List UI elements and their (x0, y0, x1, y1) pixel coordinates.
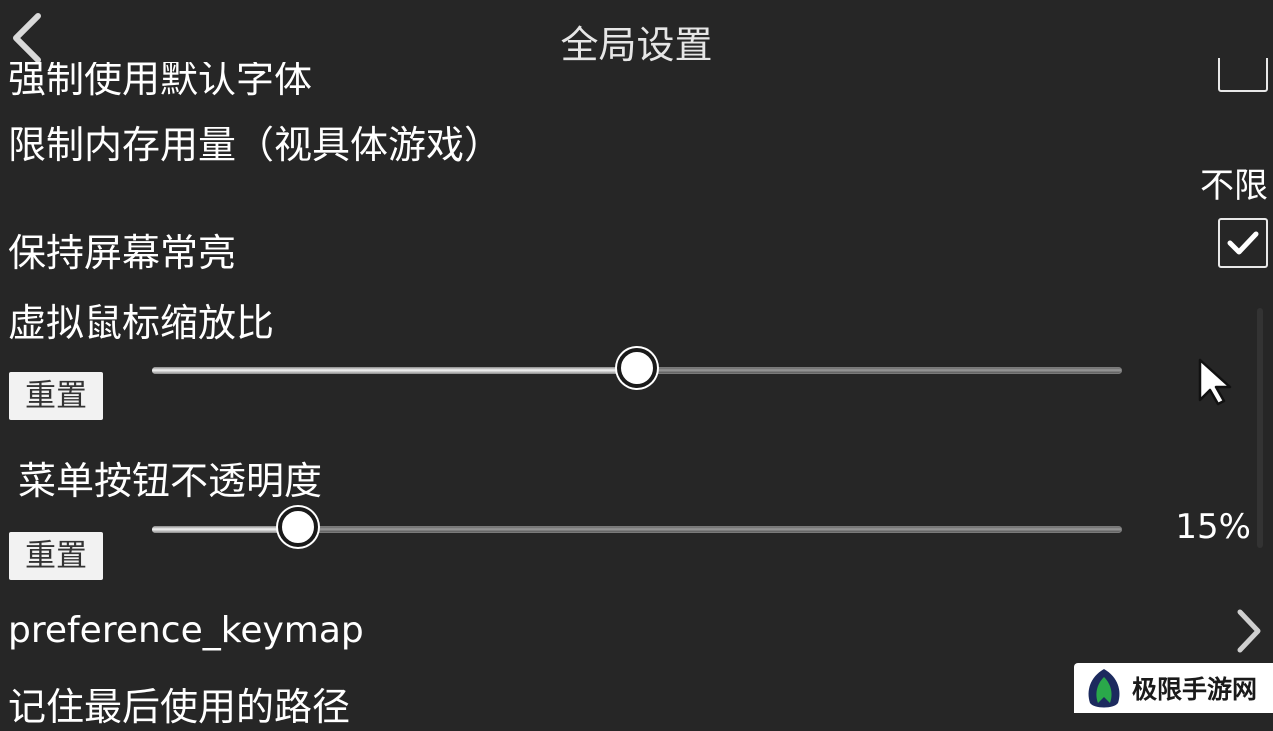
keep-screen-on-checkbox[interactable] (1218, 218, 1268, 268)
setting-label-virtual-mouse-scale: 虚拟鼠标缩放比 (8, 301, 275, 345)
opacity-slider[interactable] (152, 507, 1122, 550)
memory-limit-value[interactable]: 不限 (1200, 158, 1268, 207)
setting-label-memory-limit[interactable]: 限制内存用量（视具体游戏） (8, 114, 502, 169)
setting-label-keep-screen-on: 保持屏幕常亮 (8, 231, 237, 275)
mouse-pointer-icon (1196, 356, 1236, 406)
slider-fill (152, 367, 637, 374)
watermark-text: 极限手游网 (1132, 675, 1258, 704)
slider-fill (152, 526, 298, 533)
page-title: 全局设置 (560, 23, 713, 67)
opacity-value: 15% (1175, 507, 1251, 547)
reset-opacity-button[interactable]: 重置 (9, 532, 103, 580)
setting-label-preference-keymap[interactable]: preference_keymap (8, 610, 364, 651)
setting-label-menu-button-opacity: 菜单按钮不透明度 (18, 459, 323, 503)
setting-label-remember-last-path[interactable]: 记住最后使用的路径 (8, 676, 350, 731)
slider-thumb[interactable] (277, 507, 318, 547)
mouse-scale-slider[interactable] (152, 348, 1122, 391)
slider-thumb[interactable] (617, 348, 657, 388)
chevron-right-icon[interactable] (1232, 606, 1266, 656)
reset-mouse-scale-button[interactable]: 重置 (9, 372, 103, 420)
scrollbar[interactable] (1257, 308, 1263, 548)
check-icon (1227, 231, 1259, 255)
watermark: 极限手游网 (1074, 663, 1273, 713)
leaf-logo-icon (1088, 669, 1120, 708)
